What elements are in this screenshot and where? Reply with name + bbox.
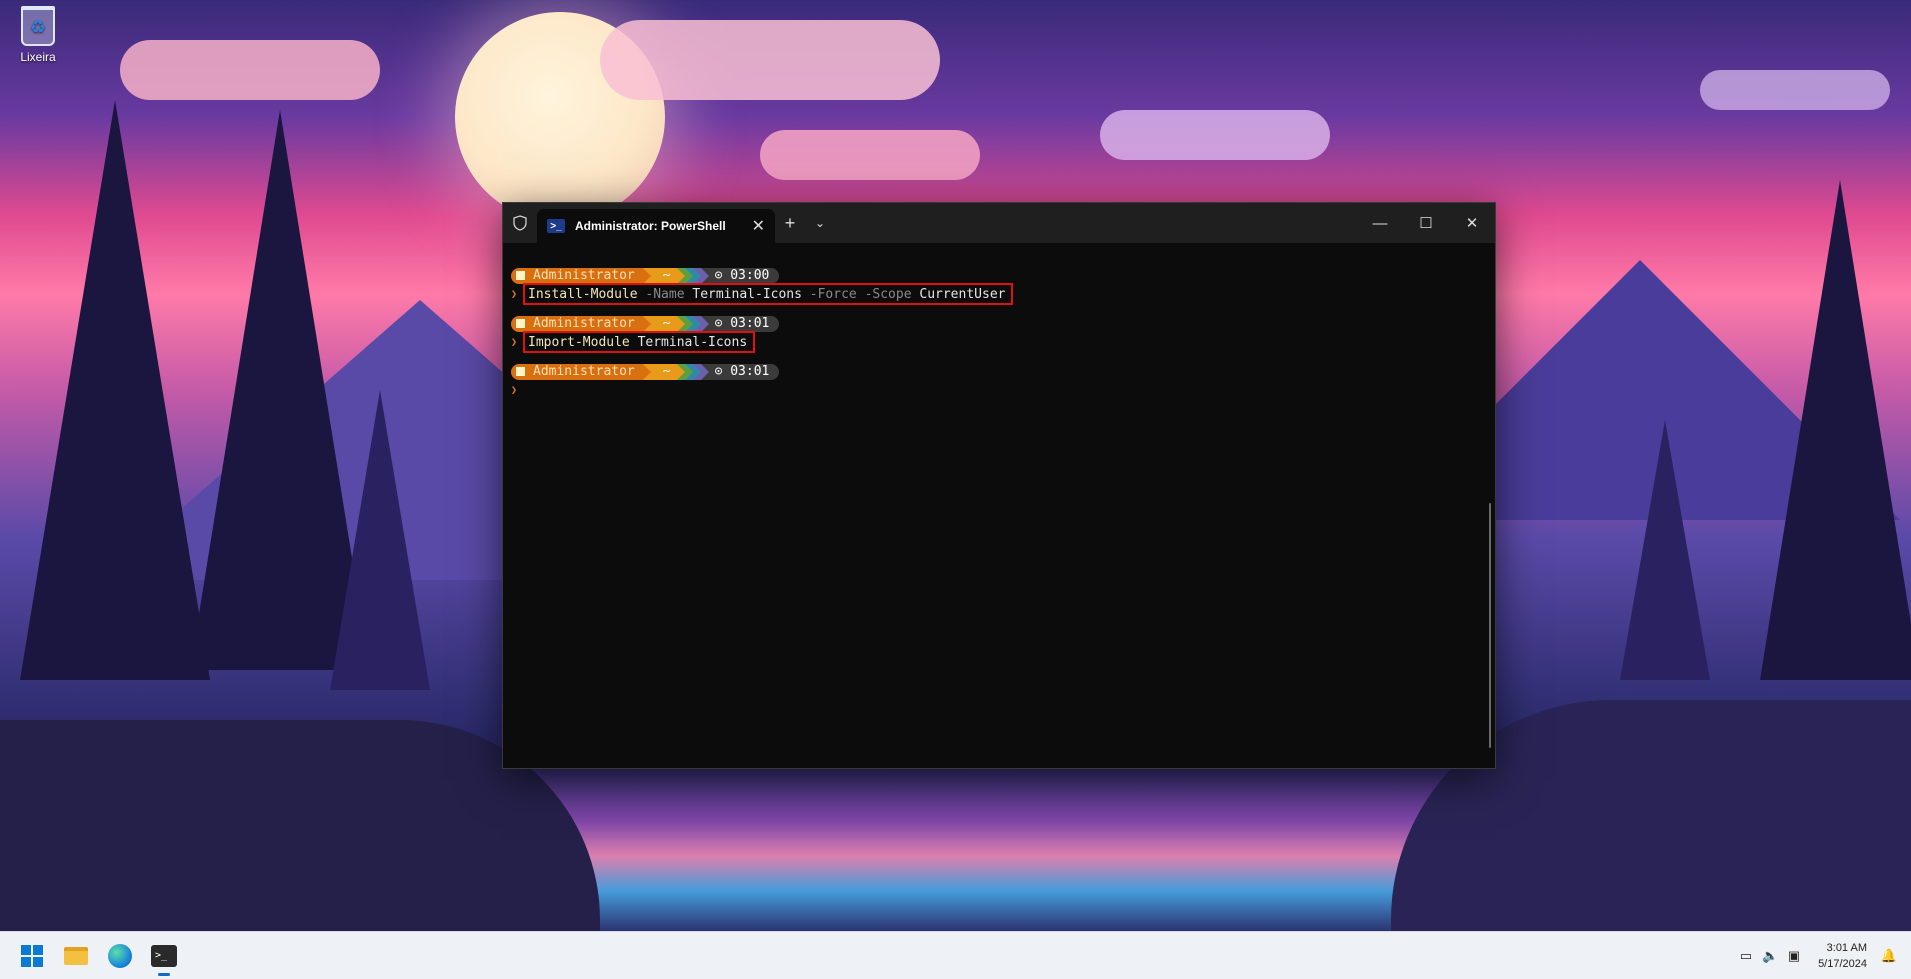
prompt-caret-icon: ❯ — [511, 288, 518, 300]
terminal-button[interactable]: >_ — [142, 934, 186, 978]
clock-icon: ⊙ — [714, 363, 723, 379]
command-block: Administrator ~ ⊙ 03:01 ❯ — [511, 363, 1487, 399]
close-icon: ✕ — [1465, 215, 1479, 232]
tab-title: Administrator: PowerShell — [575, 219, 726, 233]
prompt-time: 03:01 — [730, 315, 770, 331]
active-indicator — [158, 972, 170, 976]
prompt-time: 03:01 — [730, 363, 770, 379]
prompt-time-segment: ⊙ 03:01 — [708, 363, 780, 380]
clock-icon: ⊙ — [714, 315, 723, 331]
taskbar: >_ ▭ 🔈 ▣ 3:01 AM 5/17/2024 🔔 — [0, 931, 1911, 979]
arg-value: Terminal-Icons — [692, 286, 802, 302]
cloud — [1700, 70, 1890, 110]
cloud — [120, 40, 380, 100]
prompt: Administrator ~ ⊙ 03:01 — [511, 363, 1487, 380]
close-window-button[interactable]: ✕ — [1449, 203, 1495, 243]
prompt-user-segment: Administrator — [511, 315, 643, 332]
clock-icon: ⊙ — [714, 267, 723, 283]
prompt-user-segment: Administrator — [511, 267, 643, 284]
command-line: ❯ Import-Module Terminal-Icons — [511, 331, 1487, 353]
param-scope: -Scope — [864, 286, 912, 302]
prompt-caret-icon: ❯ — [511, 384, 518, 396]
param-name: -Name — [645, 286, 685, 302]
cmdlet: Import-Module — [528, 334, 630, 350]
file-explorer-button[interactable] — [54, 934, 98, 978]
new-tab-button[interactable]: + — [775, 213, 805, 234]
recycle-bin-icon: ♻ — [21, 6, 55, 46]
cloud — [600, 20, 940, 100]
start-button[interactable] — [10, 934, 54, 978]
prompt-path: ~ — [650, 267, 677, 284]
arg-scope-value: CurrentUser — [919, 286, 1006, 302]
clock-time: 3:01 AM — [1826, 942, 1867, 954]
pine-tree — [1760, 180, 1911, 680]
prompt-time-segment: ⊙ 03:01 — [708, 315, 780, 332]
pine-tree — [330, 390, 430, 690]
prompt-user: Administrator — [533, 267, 635, 283]
file-explorer-icon — [64, 946, 88, 965]
terminal-window: >_ Administrator: PowerShell ✕ + ⌄ — ☐ ✕… — [502, 202, 1496, 769]
close-icon[interactable]: ✕ — [752, 216, 765, 236]
plus-icon: + — [784, 212, 796, 233]
command-line: ❯ Install-Module -Name Terminal-Icons -F… — [511, 283, 1487, 305]
edge-button[interactable] — [98, 934, 142, 978]
arg-value: Terminal-Icons — [637, 334, 748, 350]
prompt-time: 03:00 — [730, 267, 770, 283]
cloud — [1100, 110, 1330, 160]
tab-powershell[interactable]: >_ Administrator: PowerShell ✕ — [537, 209, 775, 243]
powershell-icon: >_ — [547, 219, 565, 233]
system-tray: ▭ 🔈 ▣ 3:01 AM 5/17/2024 🔔 — [1734, 932, 1911, 979]
network-icon[interactable]: ▭ — [1734, 948, 1758, 964]
console-output[interactable]: Administrator ~ ⊙ 03:00 ❯ Install-Module… — [503, 243, 1495, 399]
volume-icon[interactable]: 🔈 — [1758, 948, 1782, 964]
maximize-button[interactable]: ☐ — [1403, 203, 1449, 243]
scrollbar[interactable] — [1489, 503, 1491, 748]
prompt: Administrator ~ ⊙ 03:00 — [511, 267, 1487, 284]
recycle-bin-shortcut[interactable]: ♻ Lixeira — [12, 6, 64, 64]
param-force: -Force — [809, 286, 857, 302]
command-block: Administrator ~ ⊙ 03:01 ❯ Import-Module … — [511, 315, 1487, 353]
battery-icon[interactable]: ▣ — [1782, 948, 1806, 964]
title-bar[interactable]: >_ Administrator: PowerShell ✕ + ⌄ — ☐ ✕ — [503, 203, 1495, 243]
highlighted-command: Import-Module Terminal-Icons — [523, 331, 756, 353]
pine-tree — [1620, 420, 1710, 680]
edge-icon — [108, 943, 132, 968]
prompt-user: Administrator — [533, 315, 635, 331]
shield-icon — [503, 215, 537, 231]
prompt-user: Administrator — [533, 363, 635, 379]
prompt-time-segment: ⊙ 03:00 — [708, 267, 780, 284]
clock[interactable]: 3:01 AM 5/17/2024 — [1818, 940, 1867, 972]
maximize-icon: ☐ — [1419, 215, 1433, 232]
prompt-user-segment: Administrator — [511, 363, 643, 380]
terminal-icon: >_ — [151, 944, 177, 967]
command-block: Administrator ~ ⊙ 03:00 ❯ Install-Module… — [511, 267, 1487, 305]
tab-dropdown-button[interactable]: ⌄ — [805, 216, 835, 230]
prompt: Administrator ~ ⊙ 03:01 — [511, 315, 1487, 332]
start-icon — [21, 944, 43, 967]
bell-icon[interactable]: 🔔 — [1877, 948, 1901, 964]
minimize-icon: — — [1372, 214, 1388, 232]
minimize-button[interactable]: — — [1357, 203, 1403, 243]
prompt-path: ~ — [650, 315, 677, 332]
clock-date: 5/17/2024 — [1818, 958, 1867, 970]
cloud — [760, 130, 980, 180]
cmdlet: Install-Module — [528, 286, 638, 302]
prompt-caret-icon: ❯ — [511, 336, 518, 348]
prompt-path: ~ — [650, 363, 677, 380]
pine-tree — [20, 100, 210, 680]
chevron-down-icon: ⌄ — [814, 216, 826, 230]
highlighted-command: Install-Module -Name Terminal-Icons -For… — [523, 283, 1014, 305]
recycle-bin-label: Lixeira — [20, 50, 56, 64]
command-input-line[interactable]: ❯ — [511, 381, 1487, 399]
